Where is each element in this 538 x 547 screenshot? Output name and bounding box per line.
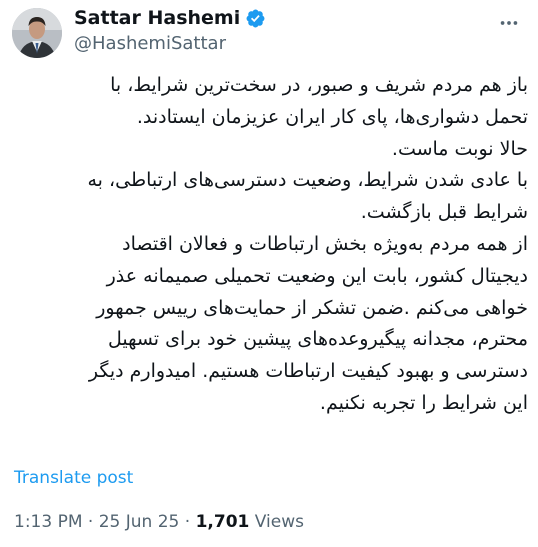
post-meta: 1:13 PM · 25 Jun 25 · 1,701 Views xyxy=(14,512,304,532)
post-text-line: تحمل دشواری‌ها، پای کار ایران عزیزمان ای… xyxy=(136,105,528,128)
verified-badge-icon xyxy=(246,9,265,27)
post-text-line: شرایط قبل بازگشت. xyxy=(360,201,528,224)
post-text-line: خواهی می‌کنم .ضمن تشکر از حمایت‌های رییس… xyxy=(96,296,528,319)
author-display-name[interactable]: Sattar Hashemi xyxy=(74,6,240,30)
post-text: باز هم مردم شریف و صبور، در سخت‌ترین شرا… xyxy=(8,70,528,420)
post-text-line: باز هم مردم شریف و صبور، در سخت‌ترین شرا… xyxy=(110,74,528,96)
post-time[interactable]: 1:13 PM xyxy=(14,512,83,532)
avatar[interactable] xyxy=(12,8,62,58)
avatar-image xyxy=(12,8,62,58)
post-text-line: از همه مردم به‌ویژه بخش ارتباطات و فعالا… xyxy=(122,232,528,255)
meta-separator: · xyxy=(184,512,191,532)
post-text-line: دیجیتال کشور، بابت این وضعیت تحمیلی صمیم… xyxy=(106,264,528,287)
post-header: Sattar Hashemi @HashemiSattar xyxy=(8,4,530,60)
post-text-line: دسترسی و بهبود کیفیت ارتباطات هستیم. امی… xyxy=(88,360,528,383)
post-text-line: با عادی شدن شرایط، وضعیت دسترسی‌های ارتب… xyxy=(87,169,528,192)
post-text-line: حالا نوبت ماست. xyxy=(391,137,528,160)
meta-separator: · xyxy=(87,512,94,532)
author-handle[interactable]: @HashemiSattar xyxy=(74,31,266,57)
views-count: 1,701 xyxy=(195,512,250,532)
more-options-icon[interactable] xyxy=(498,12,520,34)
translate-post-link[interactable]: Translate post xyxy=(14,468,133,488)
views-label: Views xyxy=(254,512,304,532)
display-name-row[interactable]: Sattar Hashemi xyxy=(74,6,266,30)
post-date[interactable]: 25 Jun 25 xyxy=(99,512,180,532)
post-text-line: این شرایط را تجربه نکنیم. xyxy=(319,391,528,414)
post-text-line: محترم، مجدانه پیگیروعده‌های پیشین خود بر… xyxy=(107,328,528,351)
